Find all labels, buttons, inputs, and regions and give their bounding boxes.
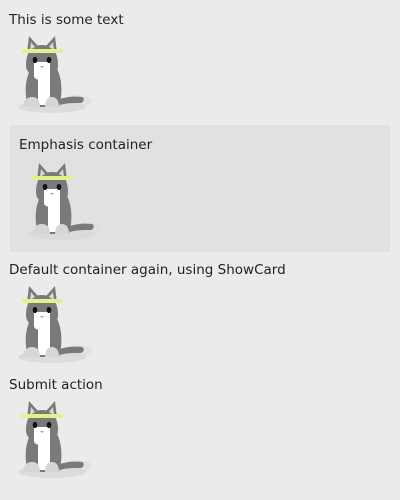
cat-icon [20, 160, 104, 244]
intro-text: This is some text [9, 12, 124, 28]
emphasis-text: Emphasis container [19, 137, 153, 153]
cat-image-1[interactable] [10, 33, 94, 117]
cat-image-2[interactable] [20, 160, 104, 244]
adaptive-card: This is some text Emphasis container Def… [0, 0, 400, 500]
submit-action-text: Submit action [9, 377, 103, 393]
cat-image-3[interactable] [10, 283, 94, 367]
emphasis-container: Emphasis container [10, 125, 390, 252]
cat-icon [10, 398, 94, 482]
showcard-text: Default container again, using ShowCard [9, 262, 286, 278]
cat-icon [10, 33, 94, 117]
cat-icon [10, 283, 94, 367]
cat-image-4[interactable] [10, 398, 94, 482]
